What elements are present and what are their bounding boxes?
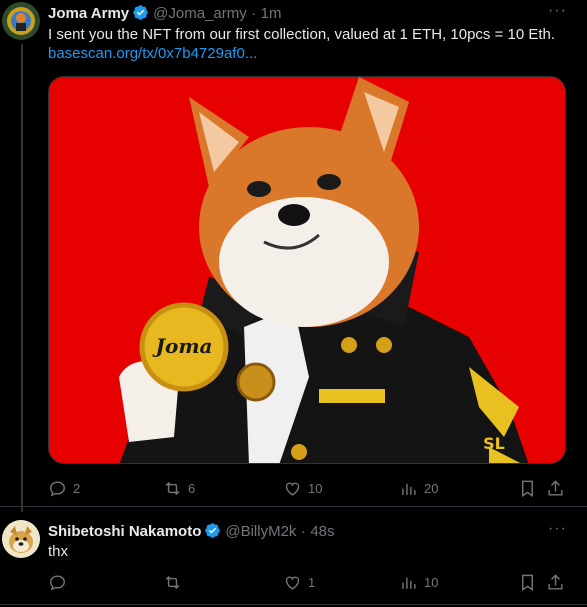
- tweet-media[interactable]: Joma SL: [48, 76, 566, 464]
- timestamp[interactable]: 1m: [261, 5, 282, 22]
- reply-reply-button[interactable]: [48, 573, 73, 592]
- reply-icon: [50, 575, 65, 591]
- more-dots-icon[interactable]: ···: [548, 2, 567, 20]
- author-avatar[interactable]: [2, 2, 40, 40]
- reply-text: thx: [48, 543, 69, 560]
- author-handle[interactable]: @Joma_army: [153, 5, 247, 22]
- reply-author-avatar[interactable]: [2, 520, 40, 558]
- repost-icon: [165, 575, 180, 590]
- doge-avatar-icon: [2, 520, 40, 558]
- share-icon: [548, 574, 563, 590]
- verified-badge-icon: [133, 5, 148, 20]
- bookmark-icon: [522, 574, 533, 591]
- verified-badge-icon: [205, 523, 221, 538]
- bookmark-icon: [522, 480, 533, 497]
- coin-text: Joma: [152, 334, 213, 358]
- tweet-header: Joma Army @Joma_army · 1m: [48, 4, 282, 23]
- share-button[interactable]: [546, 479, 571, 498]
- reply-author-name[interactable]: Shibetoshi Nakamoto: [48, 523, 201, 540]
- tweet-text: I sent you the NFT from our first collec…: [48, 26, 556, 43]
- reply-bookmark-button[interactable]: [518, 573, 543, 592]
- reply-like-button[interactable]: 1: [283, 573, 315, 592]
- repost-icon: [165, 481, 180, 496]
- heart-icon: [285, 576, 300, 590]
- author-name[interactable]: Joma Army: [48, 5, 129, 22]
- thread-line: [21, 44, 23, 512]
- reply-count: 2: [73, 481, 81, 496]
- separator: ·: [251, 5, 257, 22]
- reply-button[interactable]: 2: [48, 479, 80, 498]
- joma-army-avatar-icon: [2, 2, 40, 40]
- reply-author-handle[interactable]: @BillyM2k: [225, 523, 296, 540]
- reply-views-button[interactable]: 10: [399, 573, 438, 592]
- like-button[interactable]: 10: [283, 479, 322, 498]
- views-count: 20: [424, 481, 439, 496]
- reply-icon: [50, 481, 65, 497]
- reply-timestamp[interactable]: 48s: [310, 523, 334, 540]
- analytics-icon: [402, 483, 416, 495]
- reply-repost-button[interactable]: [163, 573, 188, 592]
- bottom-divider: [0, 604, 587, 605]
- tweet-link[interactable]: basescan.org/tx/0x7b4729af0...: [48, 45, 257, 62]
- sleeve-badge: SL: [483, 434, 505, 453]
- divider: [0, 506, 587, 507]
- reply-header: Shibetoshi Nakamoto @BillyM2k · 48s: [48, 522, 335, 541]
- reply-separator: ·: [300, 523, 306, 540]
- share-icon: [548, 480, 563, 496]
- reply-more-dots-icon[interactable]: ···: [548, 520, 567, 538]
- bookmark-button[interactable]: [518, 479, 543, 498]
- shiba-dog-image: Joma SL: [49, 77, 565, 463]
- reply-share-button[interactable]: [546, 573, 571, 592]
- views-button[interactable]: 20: [399, 479, 438, 498]
- reply-views-count: 10: [424, 575, 439, 590]
- repost-button[interactable]: 6: [163, 479, 195, 498]
- reply-like-count: 1: [308, 575, 316, 590]
- like-count: 10: [308, 481, 323, 496]
- analytics-icon: [402, 577, 416, 589]
- repost-count: 6: [188, 481, 196, 496]
- heart-icon: [285, 482, 300, 496]
